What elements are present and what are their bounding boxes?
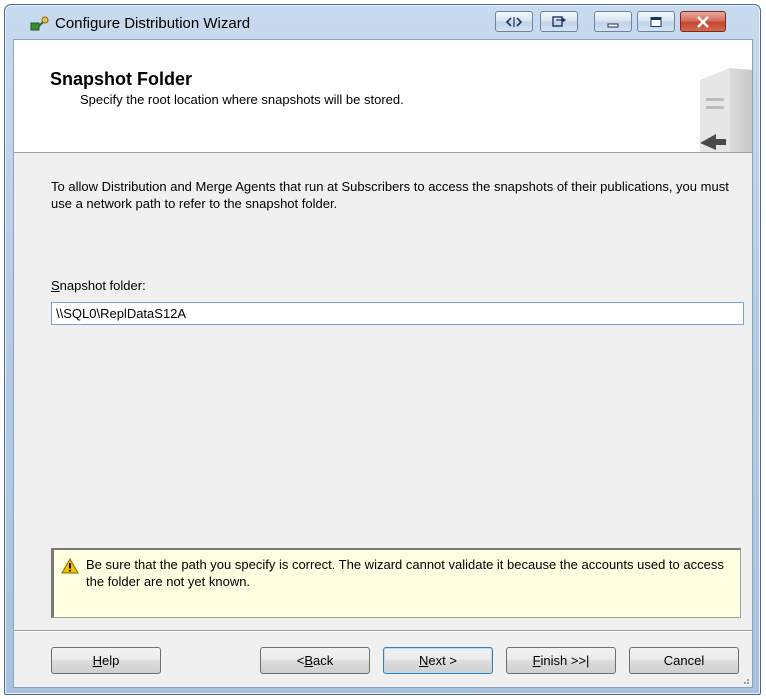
resize-grip-icon[interactable] xyxy=(740,675,750,685)
minimize-button[interactable] xyxy=(594,11,632,32)
page-title: Snapshot Folder xyxy=(50,69,193,89)
restore-window-button[interactable] xyxy=(540,11,578,32)
wizard-header: Snapshot Folder Specify the root locatio… xyxy=(14,40,752,153)
warning-text: Be sure that the path you specify is cor… xyxy=(86,557,724,589)
next-button-rest: ext > xyxy=(428,653,457,668)
restore-window-icon xyxy=(552,16,567,27)
finish-button-rest: inish >>| xyxy=(540,653,590,668)
warning-icon xyxy=(61,558,79,574)
minimize-icon xyxy=(607,23,619,27)
code-window-icon xyxy=(505,16,523,27)
next-button-accel: N xyxy=(419,653,429,668)
footer-divider xyxy=(14,630,752,632)
wizard-client-area: Snapshot Folder Specify the root locatio… xyxy=(13,39,753,688)
next-button[interactable]: Next > xyxy=(383,647,493,674)
back-button-rest: ack xyxy=(313,653,334,668)
finish-button[interactable]: Finish >>| xyxy=(506,647,616,674)
wizard-app-icon xyxy=(30,16,49,31)
close-button[interactable] xyxy=(680,11,726,32)
snapshot-folder-label-accel: S xyxy=(51,278,60,293)
cancel-button[interactable]: Cancel xyxy=(629,647,739,674)
snapshot-folder-input[interactable] xyxy=(51,302,744,325)
help-button-rest: elp xyxy=(102,653,120,668)
snapshot-folder-label-rest: napshot folder: xyxy=(59,278,146,293)
intro-text: To allow Distribution and Merge Agents t… xyxy=(51,179,729,211)
page-subtitle: Specify the root location where snapshot… xyxy=(80,92,404,107)
snapshot-folder-label: Snapshot folder: xyxy=(51,278,146,293)
wizard-window: Configure Distribution Wizard Snapshot F… xyxy=(4,4,761,695)
help-button[interactable]: Help xyxy=(51,647,161,674)
close-icon xyxy=(697,15,709,28)
maximize-button[interactable] xyxy=(637,11,675,32)
help-button-accel: H xyxy=(92,653,103,668)
back-button-prefix: < xyxy=(296,653,305,668)
back-button[interactable]: < Back xyxy=(260,647,370,674)
finish-button-accel: F xyxy=(532,653,541,668)
warning-panel: Be sure that the path you specify is cor… xyxy=(51,548,741,618)
back-button-accel: B xyxy=(304,653,314,668)
maximize-icon xyxy=(650,16,662,27)
title-bar[interactable]: Configure Distribution Wizard xyxy=(5,5,760,39)
window-title: Configure Distribution Wizard xyxy=(55,15,251,32)
server-graphic-icon xyxy=(700,68,752,152)
code-window-button[interactable] xyxy=(495,11,533,32)
